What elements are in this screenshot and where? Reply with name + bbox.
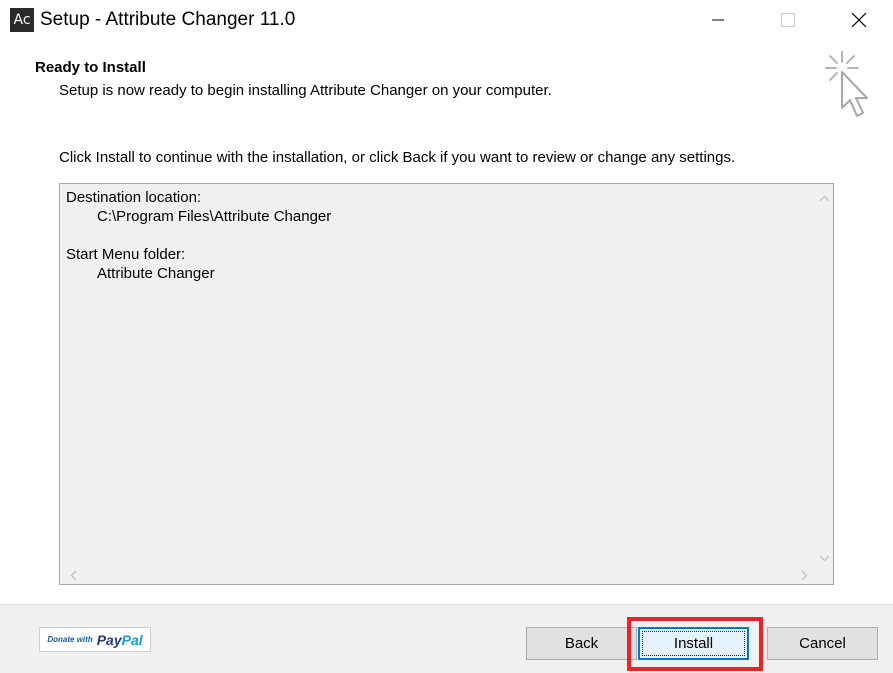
destination-label: Destination location: bbox=[66, 189, 202, 206]
paypal-donate-text: Donate with bbox=[47, 635, 93, 644]
horizontal-scrollbar[interactable] bbox=[60, 567, 816, 584]
scroll-up-arrow[interactable] bbox=[816, 190, 833, 207]
window-title: Setup - Attribute Changer 11.0 bbox=[40, 9, 296, 30]
scroll-right-arrow[interactable] bbox=[796, 567, 813, 584]
ready-memo[interactable]: Destination location: C:\Program Files\A… bbox=[59, 183, 834, 585]
paypal-donate-button[interactable]: Donate with PayPal bbox=[39, 627, 151, 652]
chevron-right-icon bbox=[801, 570, 808, 581]
focus-rectangle bbox=[642, 631, 745, 656]
chevron-left-icon bbox=[70, 570, 77, 581]
chevron-up-icon bbox=[819, 195, 830, 202]
close-button[interactable] bbox=[836, 0, 882, 40]
scroll-down-arrow[interactable] bbox=[816, 550, 833, 567]
app-icon: Ac bbox=[10, 8, 34, 32]
minimize-button[interactable] bbox=[695, 0, 741, 40]
maximize-button[interactable] bbox=[765, 0, 811, 40]
close-icon bbox=[851, 12, 867, 28]
wizard-body: Click Install to continue with the insta… bbox=[0, 126, 893, 606]
minimize-icon bbox=[712, 19, 724, 21]
cursor-click-icon bbox=[825, 51, 868, 117]
instruction-text: Click Install to continue with the insta… bbox=[59, 149, 736, 166]
back-button[interactable]: Back bbox=[526, 627, 637, 660]
start-menu-value: Attribute Changer bbox=[97, 265, 215, 282]
wizard-header: Ready to Install Setup is now ready to b… bbox=[0, 40, 893, 126]
install-button[interactable]: Install bbox=[638, 627, 749, 660]
scroll-left-arrow[interactable] bbox=[65, 567, 82, 584]
wizard-footer: Donate with PayPal Back Install Cancel bbox=[0, 604, 893, 673]
destination-value: C:\Program Files\Attribute Changer bbox=[97, 208, 332, 225]
vertical-scrollbar[interactable] bbox=[816, 184, 833, 567]
paypal-logo: PayPal bbox=[97, 632, 143, 648]
paypal-logo-pay: Pay bbox=[96, 631, 122, 648]
maximize-icon bbox=[781, 13, 795, 27]
cancel-button[interactable]: Cancel bbox=[767, 627, 878, 660]
page-subtitle: Setup is now ready to begin installing A… bbox=[59, 82, 552, 99]
memo-content: Destination location: C:\Program Files\A… bbox=[66, 188, 331, 283]
chevron-down-icon bbox=[819, 555, 830, 562]
scrollbar-corner bbox=[816, 567, 833, 584]
start-menu-label: Start Menu folder: bbox=[66, 246, 186, 263]
title-bar: Ac Setup - Attribute Changer 11.0 bbox=[0, 0, 893, 40]
page-title: Ready to Install bbox=[35, 59, 146, 76]
paypal-logo-pal: Pal bbox=[121, 631, 143, 648]
